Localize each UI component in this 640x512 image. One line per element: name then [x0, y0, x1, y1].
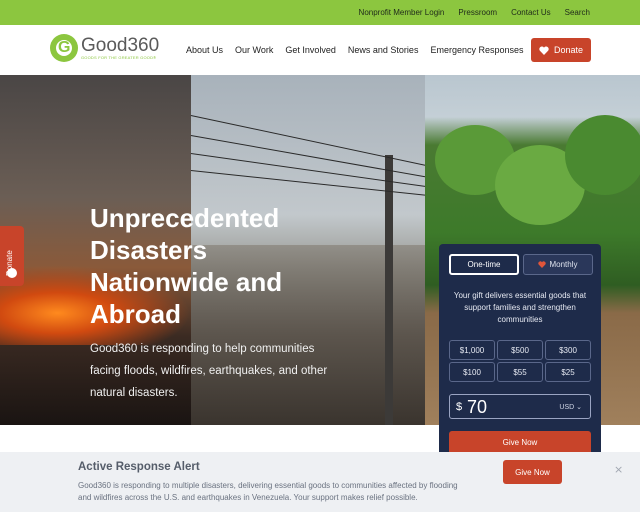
alert-title: Active Response Alert: [78, 461, 200, 473]
main-nav: About Us Our Work Get Involved News and …: [186, 25, 524, 75]
good360-logo[interactable]: G Good360 GOODS FOR THE GREATER GOOD®: [50, 34, 159, 62]
header-donate-label: Donate: [553, 45, 584, 55]
logo-name: Good360: [81, 35, 160, 56]
chevron-down-icon: ⌄: [576, 404, 582, 411]
logo-tagline: GOODS FOR THE GREATER GOOD®: [81, 55, 157, 60]
nonprofit-member-login-link[interactable]: Nonprofit Member Login: [359, 8, 445, 17]
donation-message: Your gift delivers essential goods that …: [453, 291, 587, 324]
custom-amount-input[interactable]: $ 70 USD ⌄: [449, 394, 591, 419]
side-donate-label: Donate: [5, 250, 14, 276]
utility-nav: Nonprofit Member Login Pressroom Contact…: [359, 0, 590, 25]
header-donate-button[interactable]: Donate: [531, 38, 591, 62]
contact-us-link[interactable]: Contact Us: [511, 8, 551, 17]
amount-500-button[interactable]: $500: [497, 340, 543, 360]
amount-value: 70: [467, 397, 488, 417]
side-donate-tab[interactable]: Donate: [0, 226, 24, 286]
pressroom-link[interactable]: Pressroom: [458, 8, 497, 17]
preset-amounts: $1,000 $500 $300 $100 $55 $25: [449, 340, 591, 382]
amount-300-button[interactable]: $300: [545, 340, 591, 360]
utility-bar: Nonprofit Member Login Pressroom Contact…: [0, 0, 640, 25]
hero-title: Unprecedented Disasters Nationwide and A…: [90, 203, 283, 329]
nav-emergency-responses[interactable]: Emergency Responses: [430, 45, 523, 55]
donation-widget: One-time Monthly Your gift delivers esse…: [439, 244, 601, 454]
one-time-button[interactable]: One-time: [449, 254, 519, 275]
amount-25-button[interactable]: $25: [545, 362, 591, 382]
alert-body: Good360 is responding to multiple disast…: [78, 481, 458, 502]
amount-100-button[interactable]: $100: [449, 362, 495, 382]
monthly-button[interactable]: Monthly: [523, 254, 593, 275]
alert-give-now-button[interactable]: Give Now: [503, 460, 562, 484]
amount-55-button[interactable]: $55: [497, 362, 543, 382]
hero-content: Unprecedented Disasters Nationwide and A…: [90, 202, 340, 404]
amount-1000-button[interactable]: $1,000: [449, 340, 495, 360]
site-header: G Good360 GOODS FOR THE GREATER GOOD® Ab…: [0, 25, 640, 75]
active-response-alert: Active Response Alert Good360 is respond…: [0, 452, 640, 512]
hero-subtitle: Good360 is responding to help communitie…: [90, 343, 328, 399]
frequency-toggle: One-time Monthly: [449, 254, 593, 275]
nav-about-us[interactable]: About Us: [186, 45, 223, 55]
close-icon[interactable]: ×: [614, 464, 624, 475]
give-now-button[interactable]: Give Now: [449, 431, 591, 454]
currency-select[interactable]: USD ⌄: [559, 403, 582, 411]
nav-news-and-stories[interactable]: News and Stories: [348, 45, 419, 55]
search-link[interactable]: Search: [565, 8, 590, 17]
currency-symbol: $: [456, 401, 463, 413]
nav-our-work[interactable]: Our Work: [235, 45, 273, 55]
heart-icon: [538, 261, 547, 268]
logo-mark-icon: G: [50, 34, 78, 62]
nav-get-involved[interactable]: Get Involved: [285, 45, 336, 55]
heart-icon: [539, 46, 549, 55]
